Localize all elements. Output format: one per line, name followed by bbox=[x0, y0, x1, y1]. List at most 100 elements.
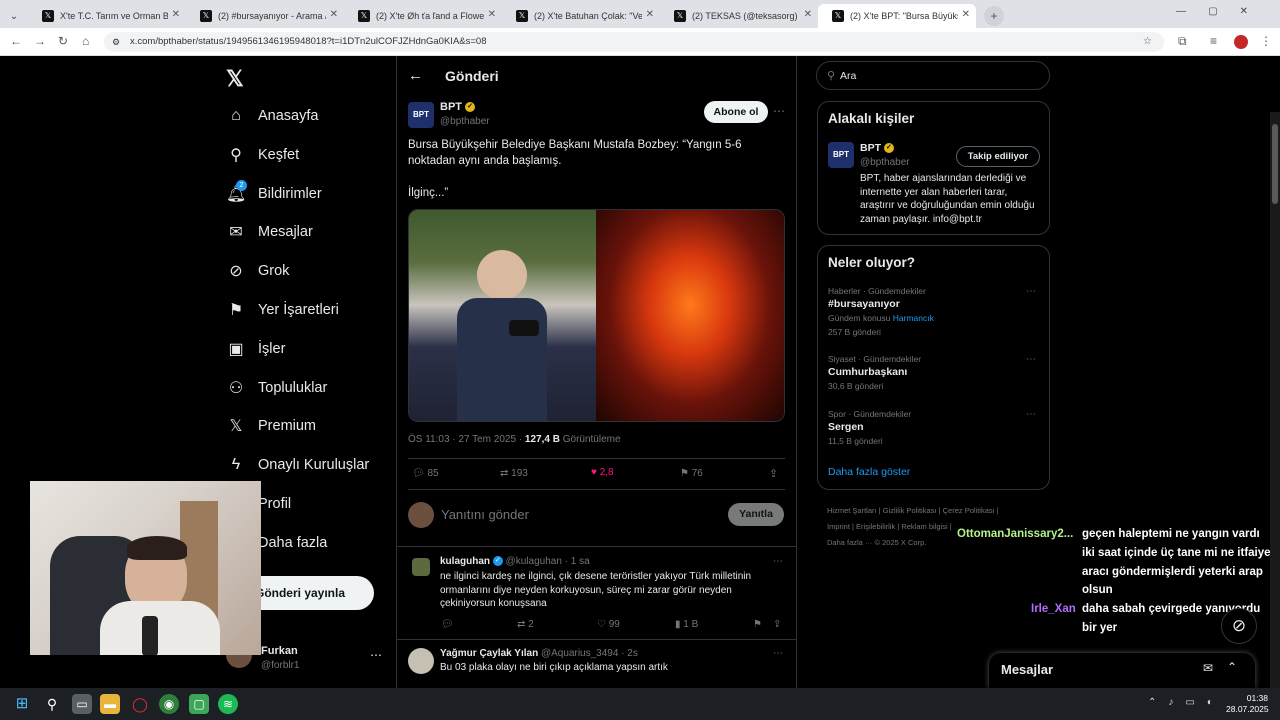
close-tab-icon[interactable]: ✕ bbox=[488, 9, 496, 20]
nav-notifications[interactable]: 🔔︎ 2 Bildirimler bbox=[226, 179, 322, 209]
x-logo-icon[interactable]: 𝕏 bbox=[226, 66, 244, 92]
close-tab-icon[interactable]: ✕ bbox=[330, 9, 338, 20]
reply-button[interactable]: Yanıtla bbox=[728, 503, 784, 526]
author-handle[interactable]: @bpthaber bbox=[440, 116, 490, 127]
close-tab-icon[interactable]: ✕ bbox=[962, 9, 970, 20]
taskbar-search-icon[interactable]: ⚲ bbox=[42, 694, 62, 714]
reply-bookmark-icon[interactable]: ⚑ bbox=[753, 619, 762, 630]
subscribe-button[interactable]: Abone ol bbox=[704, 101, 768, 123]
verified-badge-icon: ✓ bbox=[492, 556, 503, 567]
messages-drawer[interactable]: Mesajlar ✉ ⌃ bbox=[989, 653, 1255, 688]
reply-views-button[interactable]: ▮ 1 B bbox=[675, 619, 698, 630]
browser-tab[interactable]: 𝕏(2) X'te Øh ťa ľand a Flowerre 🌼✕ bbox=[344, 4, 502, 28]
browser-tab-active[interactable]: 𝕏(2) X'te BPT: "Bursa Büyükşehir✕ bbox=[818, 4, 976, 28]
back-arrow-icon[interactable]: ← bbox=[408, 67, 423, 84]
reply-count-button[interactable]: 💬︎ 85 bbox=[412, 468, 439, 479]
trend-menu-icon[interactable]: ⋯ bbox=[1026, 354, 1036, 365]
nav-home[interactable]: ⌂ Anasayfa bbox=[226, 101, 318, 131]
close-tab-icon[interactable]: ✕ bbox=[646, 9, 654, 20]
like-count-button[interactable]: ♥ 2,8 bbox=[591, 467, 614, 478]
task-view-icon[interactable]: ▭ bbox=[72, 694, 92, 714]
author-name[interactable]: BPT ✓ bbox=[440, 101, 476, 113]
reply-menu-icon[interactable]: ⋯ bbox=[773, 648, 783, 659]
account-menu-icon[interactable]: ⋯ bbox=[370, 648, 382, 662]
spotify-icon[interactable]: ≋ bbox=[218, 694, 238, 714]
reply-avatar[interactable] bbox=[408, 648, 434, 674]
reply-comment-icon[interactable]: 💬︎ bbox=[441, 619, 454, 630]
share-icon[interactable]: ⇪ bbox=[769, 467, 778, 480]
nav-bookmarks[interactable]: ⚑ Yer İşaretleri bbox=[226, 295, 339, 325]
browser-tab[interactable]: 𝕏X'te T.C. Tarım ve Orman Bakan✕ bbox=[28, 4, 186, 28]
reply-icon: 💬︎ bbox=[412, 468, 425, 479]
app-icon[interactable]: ▢ bbox=[189, 694, 209, 714]
system-tray-icons[interactable]: ⌃♪▭◐ bbox=[1148, 697, 1225, 708]
nav-premium[interactable]: 𝕏 Premium bbox=[226, 411, 316, 441]
browser-tab[interactable]: 𝕏 (2) TEKSAS (@teksasorg) / X ✕ bbox=[660, 4, 818, 28]
scrollbar-thumb[interactable] bbox=[1272, 124, 1278, 204]
trend-menu-icon[interactable]: ⋯ bbox=[1026, 286, 1036, 297]
browser-tab[interactable]: 𝕏(2) X'te Batuhan Çolak: "Vekilin✕ bbox=[502, 4, 660, 28]
new-message-icon[interactable]: ✉ bbox=[1203, 661, 1213, 675]
repost-count-button[interactable]: ⇄ 193 bbox=[500, 468, 528, 479]
reading-list-icon[interactable]: ≡ bbox=[1210, 34, 1217, 48]
reply-input[interactable]: Yanıtını gönder bbox=[441, 507, 529, 522]
webcam-overlay bbox=[30, 481, 261, 655]
back-icon[interactable]: ← bbox=[10, 34, 22, 48]
new-tab-button[interactable]: + bbox=[984, 6, 1004, 26]
related-avatar[interactable]: BPT bbox=[828, 142, 854, 168]
profile-icon[interactable] bbox=[1234, 35, 1248, 49]
nav-grok[interactable]: ⊘ Grok bbox=[226, 256, 289, 286]
related-handle: @bpthaber bbox=[860, 157, 910, 168]
nav-messages[interactable]: ✉ Mesajlar bbox=[226, 217, 313, 247]
verified-badge-icon: ✓ bbox=[883, 143, 894, 154]
nav-explore[interactable]: ⚲ Keşfet bbox=[226, 140, 299, 170]
browser-tab-strip: ⌄ 𝕏X'te T.C. Tarım ve Orman Bakan✕ 𝕏(2) … bbox=[0, 0, 1280, 28]
window-controls[interactable]: —▢✕ bbox=[1176, 6, 1270, 17]
close-tab-icon[interactable]: ✕ bbox=[804, 9, 812, 20]
fire-photo bbox=[596, 210, 784, 421]
show-more-link[interactable]: Daha fazla göster bbox=[828, 466, 910, 478]
author-avatar[interactable]: BPT bbox=[408, 102, 434, 128]
address-bar: ← → ↻ ⌂ ⚙ x.com/bpthaber/status/194956134… bbox=[0, 28, 1280, 56]
windows-start-icon[interactable]: ⊞ bbox=[12, 694, 32, 714]
x-favicon-icon: 𝕏 bbox=[358, 10, 370, 22]
reply-avatar[interactable] bbox=[412, 558, 430, 576]
reload-icon[interactable]: ↻ bbox=[58, 34, 68, 48]
bookmark-star-icon[interactable]: ☆ bbox=[1143, 32, 1152, 52]
following-button[interactable]: Takip ediliyor bbox=[956, 146, 1040, 167]
opera-icon[interactable]: ◯ bbox=[130, 694, 150, 714]
related-name[interactable]: BPT ✓ bbox=[860, 142, 894, 154]
browser-tab[interactable]: 𝕏 (2) #bursayanıyor - Arama / X ✕ bbox=[186, 4, 344, 28]
post-menu-icon[interactable]: ⋯ bbox=[773, 104, 785, 118]
x-favicon-icon: 𝕏 bbox=[516, 10, 528, 22]
taskbar-clock[interactable]: 01:38 28.07.2025 bbox=[1226, 693, 1269, 715]
page-scrollbar[interactable] bbox=[1270, 112, 1280, 688]
bell-icon: 🔔︎ 2 bbox=[226, 180, 247, 203]
chrome-icon[interactable]: ◉ bbox=[159, 694, 179, 714]
close-tab-icon[interactable]: ✕ bbox=[172, 9, 180, 20]
browser-menu-icon[interactable]: ⋮ bbox=[1260, 34, 1272, 48]
trend-menu-icon[interactable]: ⋯ bbox=[1026, 409, 1036, 420]
tab-search-icon[interactable]: ⌄ bbox=[0, 4, 28, 28]
search-input[interactable]: ⚲ Ara bbox=[816, 61, 1050, 90]
bookmark-icon: ⚑ bbox=[228, 302, 244, 319]
nav-jobs[interactable]: ▣ İşler bbox=[226, 334, 285, 364]
file-explorer-icon[interactable]: ▬ bbox=[100, 694, 120, 714]
reply-repost-button[interactable]: ⇄ 2 bbox=[517, 619, 534, 630]
url-field[interactable]: ⚙ x.com/bpthaber/status/19495613461959480… bbox=[104, 32, 1164, 52]
reply-menu-icon[interactable]: ⋯ bbox=[773, 556, 783, 567]
nav-verified-orgs[interactable]: ϟ Onaylı Kuruluşlar bbox=[226, 450, 369, 480]
home-browser-icon[interactable]: ⌂ bbox=[82, 34, 89, 48]
nav-communities[interactable]: ⚇ Topluluklar bbox=[226, 373, 328, 403]
reply-header: Yağmur Çaylak Yılan @Aquarius_3494 · 2s bbox=[440, 648, 638, 659]
grok-float-icon[interactable]: ⊘ bbox=[1221, 608, 1257, 644]
reply-like-button[interactable]: ♡ 99 bbox=[597, 619, 620, 630]
post-media[interactable] bbox=[408, 209, 785, 422]
reply-share-icon[interactable]: ⇪ bbox=[773, 619, 781, 630]
bookmark-count-button[interactable]: ⚑ 76 bbox=[680, 468, 703, 479]
forward-icon[interactable]: → bbox=[34, 34, 46, 48]
site-info-icon[interactable]: ⚙ bbox=[112, 32, 120, 52]
divider bbox=[396, 56, 397, 688]
extensions-icon[interactable]: ⧉ bbox=[1178, 34, 1187, 49]
expand-chevron-icon[interactable]: ⌃ bbox=[1227, 660, 1237, 674]
